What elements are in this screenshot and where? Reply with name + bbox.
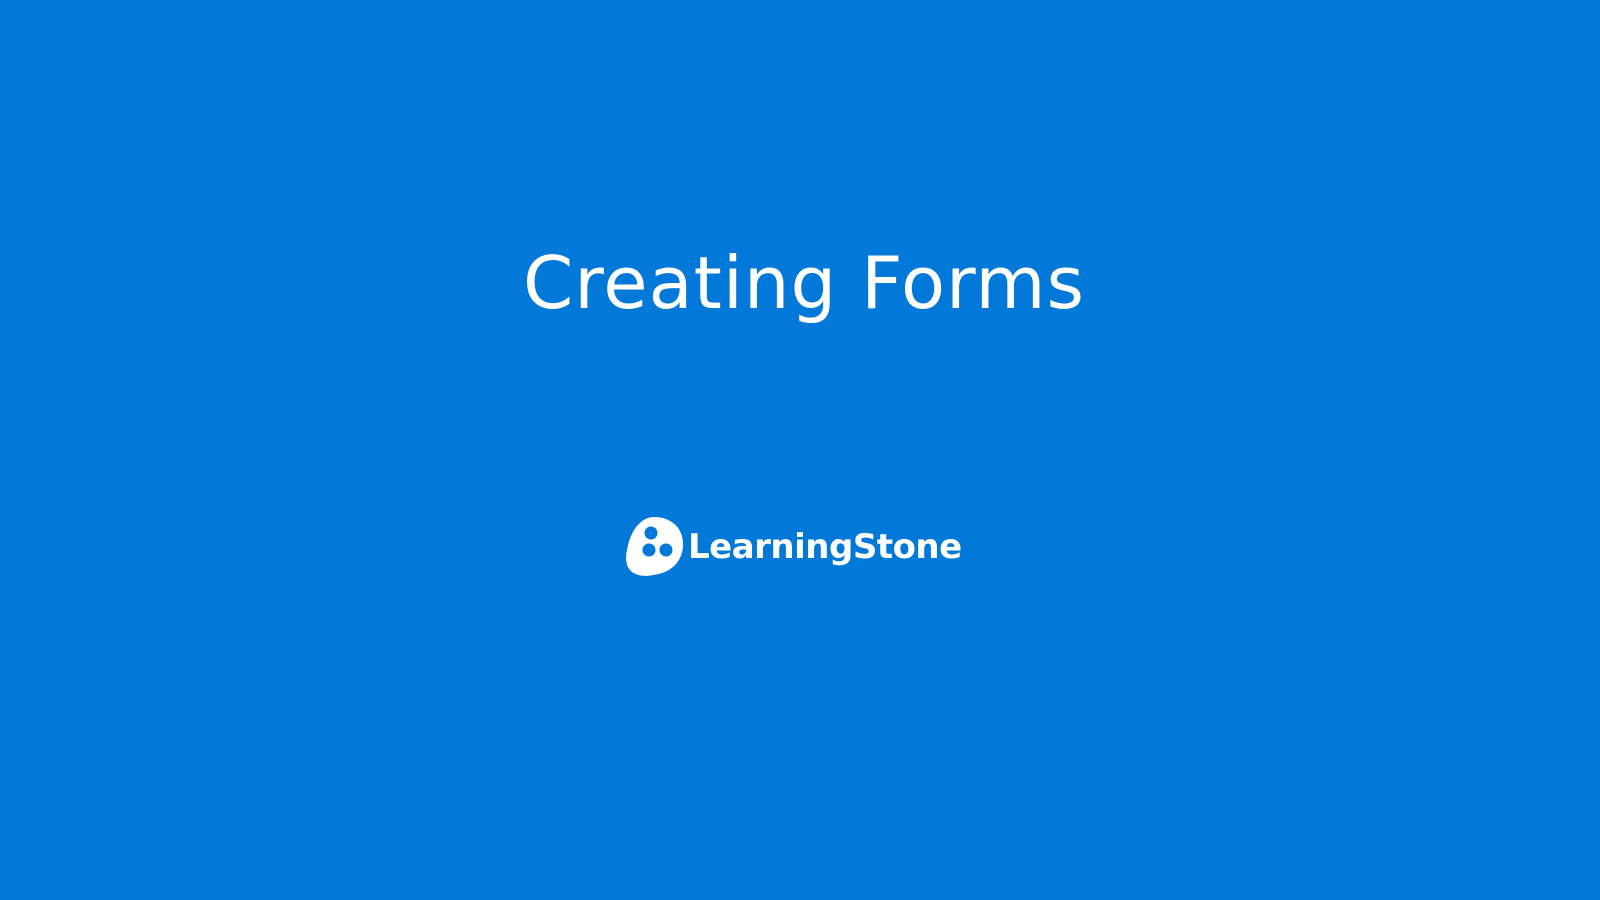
brand-name: LearningStone <box>688 527 962 567</box>
slide-title: Creating Forms <box>522 241 1086 325</box>
learningstone-logo-icon <box>626 517 684 576</box>
brand-logo-lockup: LearningStone <box>624 515 962 579</box>
title-slide: Creating Forms LearningStone <box>0 0 1600 900</box>
